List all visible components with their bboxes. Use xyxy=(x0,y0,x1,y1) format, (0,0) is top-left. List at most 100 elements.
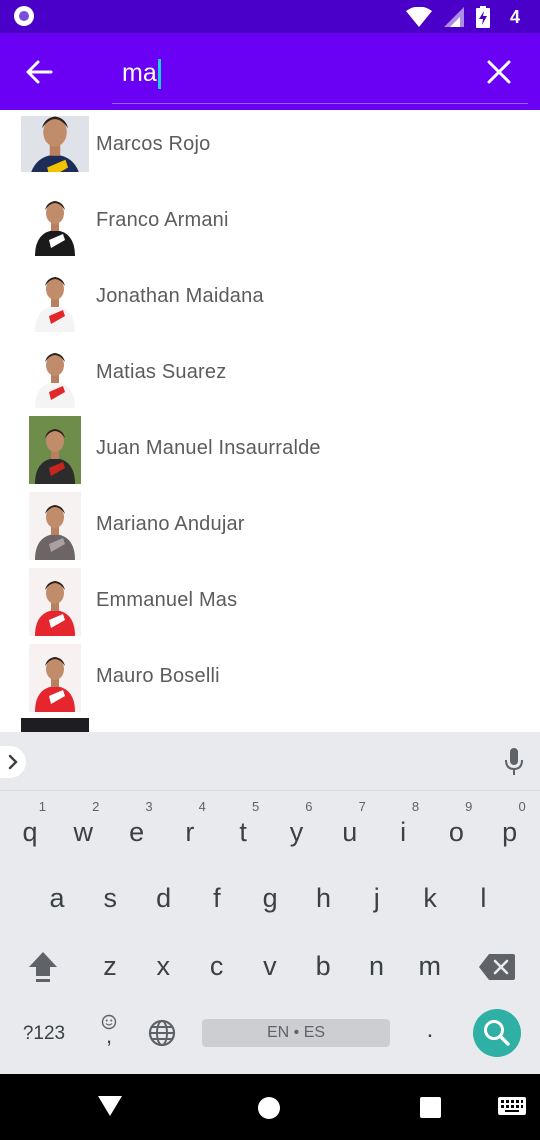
key-label: p xyxy=(502,817,518,847)
key-number-hint: 9 xyxy=(465,799,473,814)
space-bar[interactable]: EN • ES xyxy=(202,1019,390,1047)
search-toolbar: ma xyxy=(0,33,540,110)
key-b[interactable]: b xyxy=(299,938,347,994)
key-number-hint: 4 xyxy=(198,799,206,814)
key-label: m xyxy=(418,951,442,981)
comma-label: , xyxy=(105,1023,113,1048)
search-input[interactable]: ma xyxy=(112,47,528,104)
result-item[interactable]: Mauro Boselli xyxy=(0,642,540,718)
key-label: j xyxy=(373,883,380,913)
key-g[interactable]: g xyxy=(246,870,294,926)
player-photo xyxy=(29,568,81,636)
result-item[interactable]: Juan Manuel Insaurralde xyxy=(0,414,540,490)
microphone-icon[interactable] xyxy=(504,748,524,776)
key-c[interactable]: c xyxy=(193,938,241,994)
key-o[interactable]: o9 xyxy=(432,800,480,860)
key-number-hint: 3 xyxy=(145,799,153,814)
symbols-key[interactable]: ?123 xyxy=(14,1019,74,1049)
status-bar: 4 xyxy=(0,0,540,33)
result-item[interactable]: Jonathan Maidana xyxy=(0,262,540,338)
key-f[interactable]: f xyxy=(193,870,241,926)
key-h[interactable]: h xyxy=(300,870,348,926)
nav-recents-icon[interactable] xyxy=(420,1097,441,1118)
player-photo xyxy=(29,492,81,560)
key-w[interactable]: w2 xyxy=(59,800,107,860)
key-j[interactable]: j xyxy=(353,870,401,926)
player-photo xyxy=(29,264,81,332)
player-photo xyxy=(29,340,81,408)
keyboard-search-button[interactable] xyxy=(473,1009,521,1057)
key-label: x xyxy=(156,951,171,981)
player-photo xyxy=(21,718,89,732)
key-k[interactable]: k xyxy=(406,870,454,926)
globe-language-icon[interactable] xyxy=(148,1019,176,1047)
player-name: Mariano Andujar xyxy=(96,513,245,535)
key-label: s xyxy=(103,883,118,913)
key-q[interactable]: q1 xyxy=(6,800,54,860)
key-y[interactable]: y6 xyxy=(273,800,321,860)
keyboard-suggestion-strip xyxy=(0,732,540,791)
player-photo xyxy=(29,416,81,484)
key-e[interactable]: e3 xyxy=(113,800,161,860)
key-label: e xyxy=(129,817,145,847)
key-x[interactable]: x xyxy=(139,938,187,994)
key-r[interactable]: r4 xyxy=(166,800,214,860)
status-time: 4 xyxy=(509,6,520,27)
key-label: n xyxy=(368,951,385,981)
shift-key-icon[interactable] xyxy=(26,950,60,984)
text-cursor xyxy=(157,59,161,90)
result-item-partial[interactable] xyxy=(0,718,540,732)
key-label: z xyxy=(103,951,117,981)
key-number-hint: 1 xyxy=(38,799,46,814)
key-label: i xyxy=(400,817,407,847)
key-l[interactable]: l xyxy=(459,870,507,926)
player-photo xyxy=(29,188,81,256)
key-a[interactable]: a xyxy=(33,870,81,926)
key-p[interactable]: p0 xyxy=(486,800,534,860)
key-number-hint: 5 xyxy=(251,799,260,814)
key-n[interactable]: n xyxy=(353,938,401,994)
back-arrow-icon[interactable] xyxy=(24,57,54,87)
result-item[interactable]: Franco Armani xyxy=(0,186,540,262)
key-label: g xyxy=(262,883,278,913)
backspace-key-icon[interactable] xyxy=(479,954,515,980)
result-item[interactable]: Mariano Andujar xyxy=(0,490,540,566)
key-u[interactable]: u7 xyxy=(326,800,374,860)
key-i[interactable]: i8 xyxy=(379,800,427,860)
player-name: Mauro Boselli xyxy=(96,665,220,687)
nav-back-icon[interactable] xyxy=(98,1096,122,1116)
key-label: f xyxy=(213,883,221,913)
key-d[interactable]: d xyxy=(140,870,188,926)
player-name: Franco Armani xyxy=(96,209,229,231)
battery-charging-icon xyxy=(475,6,490,28)
key-label: t xyxy=(239,817,247,847)
result-item[interactable]: Marcos Rojo xyxy=(0,110,540,186)
comma-key[interactable]: , xyxy=(94,1012,124,1054)
key-label: o xyxy=(448,817,464,847)
player-photo xyxy=(29,644,81,712)
key-number-hint: 6 xyxy=(305,799,313,814)
result-item[interactable]: Matias Suarez xyxy=(0,338,540,414)
key-label: u xyxy=(342,817,358,847)
key-label: d xyxy=(156,883,172,913)
key-z[interactable]: z xyxy=(86,938,134,994)
player-name: Marcos Rojo xyxy=(96,133,211,155)
player-name: Juan Manuel Insaurralde xyxy=(96,437,321,459)
cell-signal-icon xyxy=(443,7,464,27)
player-name: Jonathan Maidana xyxy=(96,285,264,307)
key-label: y xyxy=(289,817,304,847)
key-label: q xyxy=(22,817,38,847)
result-item[interactable]: Emmanuel Mas xyxy=(0,566,540,642)
keyboard-switch-icon[interactable] xyxy=(498,1097,526,1117)
clear-search-icon[interactable] xyxy=(484,57,514,87)
search-icon xyxy=(484,1020,510,1046)
key-label: r xyxy=(185,817,195,847)
key-m[interactable]: m xyxy=(406,938,454,994)
nav-home-icon[interactable] xyxy=(258,1097,280,1119)
expand-toolbar-button[interactable] xyxy=(0,746,26,778)
chevron-right-icon xyxy=(8,754,18,770)
key-s[interactable]: s xyxy=(86,870,134,926)
period-key[interactable]: . xyxy=(416,1015,444,1045)
key-v[interactable]: v xyxy=(246,938,294,994)
key-t[interactable]: t5 xyxy=(219,800,267,860)
